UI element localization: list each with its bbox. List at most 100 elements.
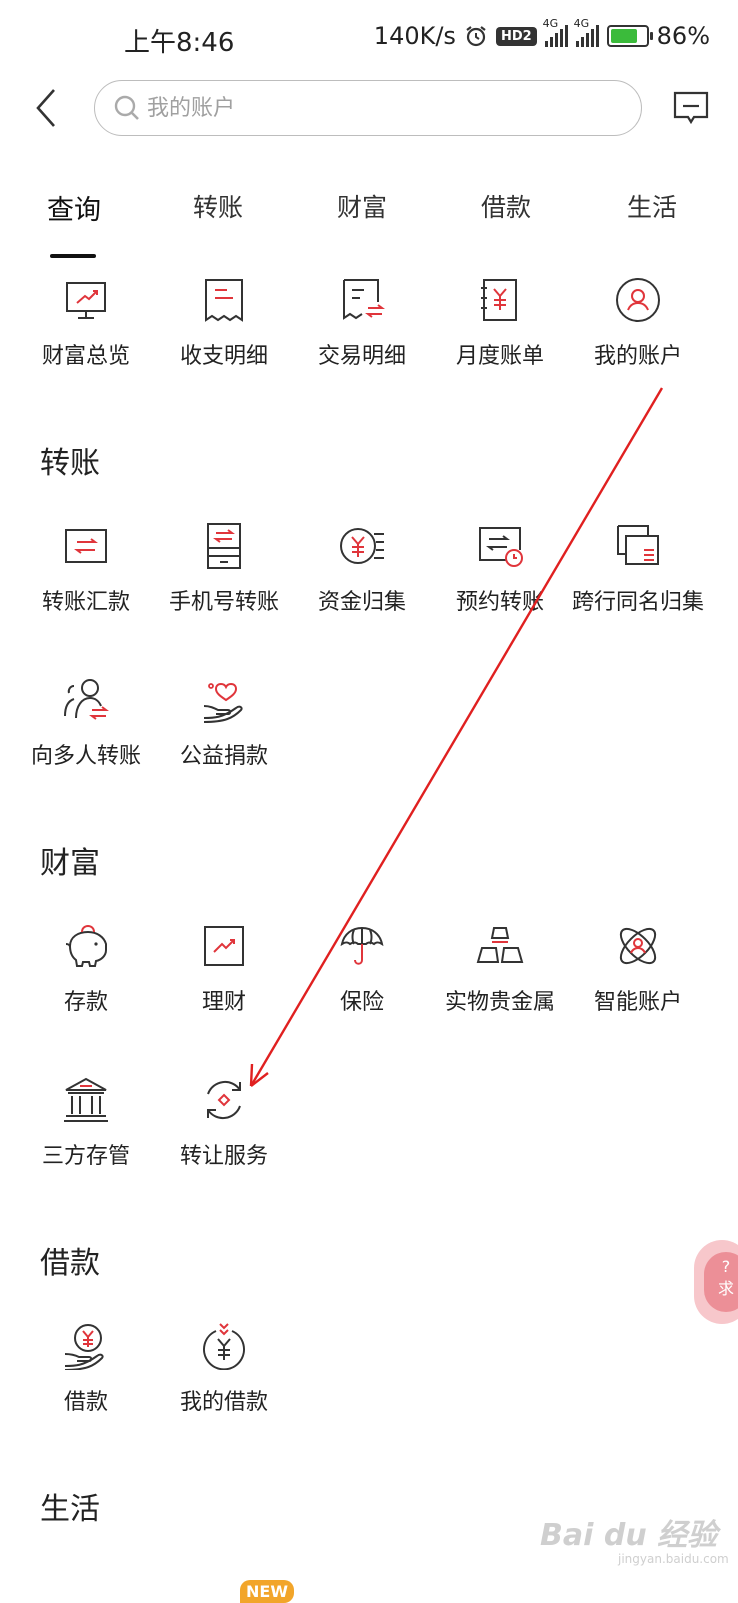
grid-item-fund-collection[interactable]: 资金归集 bbox=[288, 522, 436, 616]
tab-query[interactable]: 查询 bbox=[0, 188, 148, 227]
network-type: 4G bbox=[573, 17, 590, 30]
grid-item-multi-person-transfer[interactable]: 向多人转账 bbox=[12, 676, 160, 770]
yuan-hand-icon bbox=[64, 1324, 104, 1370]
section-title-transfer: 转账 bbox=[40, 446, 100, 481]
grid-item-label: 转让服务 bbox=[179, 1144, 268, 1169]
piggy-bank-icon bbox=[65, 924, 107, 967]
grid-item-cross-bank-collection[interactable]: 跨行同名归集 bbox=[564, 522, 712, 616]
network-speed: 140K/s bbox=[373, 22, 456, 50]
grid-item-monthly-bill[interactable]: 月度账单 bbox=[426, 276, 574, 370]
status-time: 上午8:46 bbox=[124, 28, 235, 58]
status-bar: 上午8:46 140K/s HD2 4G 4G 86% bbox=[0, 0, 738, 80]
grid-item-label: 三方存管 bbox=[41, 1144, 130, 1169]
alarm-icon bbox=[466, 26, 486, 47]
help-float-inner: ? 求 bbox=[704, 1252, 738, 1312]
grid-item-precious-metals[interactable]: 实物贵金属 bbox=[426, 922, 574, 1016]
grid-item-label: 保险 bbox=[339, 990, 384, 1015]
network-type: 4G bbox=[542, 17, 559, 30]
grid-item-insurance[interactable]: 保险 bbox=[288, 922, 436, 1016]
tab-transfer[interactable]: 转账 bbox=[144, 188, 292, 224]
help-float-text: 求 bbox=[717, 1279, 734, 1298]
finance-chart-icon bbox=[204, 926, 244, 966]
grid-item-label: 我的账户 bbox=[593, 344, 682, 369]
back-arrow-icon[interactable] bbox=[28, 84, 68, 132]
tab-life[interactable]: 生活 bbox=[578, 188, 726, 224]
battery-percent: 86% bbox=[656, 22, 710, 50]
tab-wealth[interactable]: 财富 bbox=[288, 188, 436, 224]
search-icon bbox=[114, 95, 139, 120]
grid-item-wealth-overview[interactable]: 财富总览 bbox=[12, 276, 160, 370]
help-float-button[interactable]: ? 求 bbox=[694, 1240, 738, 1324]
grid-item-label: 理财 bbox=[201, 990, 246, 1015]
yuan-collect-icon bbox=[340, 528, 384, 564]
search-bar[interactable] bbox=[94, 80, 642, 136]
watermark-text: Bai du 经验 bbox=[540, 1518, 718, 1553]
user-circle-icon bbox=[616, 278, 660, 322]
phone-transfer-icon bbox=[207, 523, 241, 569]
section-title-loan: 借款 bbox=[40, 1246, 100, 1281]
grid-item-phone-transfer[interactable]: 手机号转账 bbox=[150, 522, 298, 616]
section-title-wealth: 财富 bbox=[40, 846, 100, 881]
hd-badge: HD2 bbox=[495, 26, 537, 46]
grid-item-label: 交易明细 bbox=[317, 344, 406, 369]
watermark: Bai du 经验 jingyan.baidu.com bbox=[540, 1510, 729, 1566]
message-icon[interactable] bbox=[672, 90, 710, 126]
grid-item-transfer-service[interactable]: 转让服务 bbox=[150, 1076, 298, 1170]
status-indicators: 140K/s HD2 4G 4G 86% bbox=[373, 17, 710, 50]
signal-icon: 4G bbox=[574, 17, 599, 47]
battery-icon bbox=[606, 25, 653, 47]
transfer-card-icon bbox=[65, 529, 107, 563]
grid-item-transfer-remit[interactable]: 转账汇款 bbox=[12, 522, 160, 616]
grid-item-my-loan[interactable]: 我的借款 bbox=[150, 1322, 298, 1416]
multi-person-icon bbox=[64, 679, 109, 720]
receipt-exchange-icon bbox=[343, 279, 385, 320]
grid-item-label: 我的借款 bbox=[179, 1390, 268, 1415]
bank-building-icon bbox=[64, 1077, 108, 1122]
grid-item-my-account[interactable]: 我的账户 bbox=[564, 276, 712, 370]
grid-item-label: 公益捐款 bbox=[179, 744, 268, 769]
receipt-icon bbox=[205, 279, 243, 322]
question-icon: ? bbox=[721, 1257, 731, 1276]
grid-item-scheduled-transfer[interactable]: 预约转账 bbox=[426, 522, 574, 616]
category-tabs: 查询 转账 财富 借款 生活 bbox=[0, 188, 738, 260]
grid-item-charity-donation[interactable]: 公益捐款 bbox=[150, 676, 298, 770]
yuan-notebook-icon bbox=[481, 279, 517, 321]
grid-item-smart-account[interactable]: 智能账户 bbox=[564, 922, 712, 1016]
grid-item-label: 智能账户 bbox=[593, 990, 682, 1015]
scheduled-transfer-icon bbox=[479, 527, 523, 567]
watermark-sub: jingyan.baidu.com bbox=[618, 1552, 729, 1566]
grid-item-loan[interactable]: 借款 bbox=[12, 1322, 160, 1416]
grid-item-label: 跨行同名归集 bbox=[571, 590, 704, 615]
grid-item-label: 月度账单 bbox=[455, 344, 544, 369]
grid-item-label: 财富总览 bbox=[41, 344, 130, 369]
my-loan-icon bbox=[203, 1323, 245, 1370]
signal-icon: 4G bbox=[543, 17, 568, 47]
grid-item-third-party-custody[interactable]: 三方存管 bbox=[12, 1076, 160, 1170]
grid-item-financial-products[interactable]: 理财 bbox=[150, 922, 298, 1016]
section-title-life: 生活 bbox=[40, 1492, 100, 1527]
grid-item-label: 向多人转账 bbox=[30, 744, 141, 769]
top-bar bbox=[0, 80, 738, 140]
transfer-cycle-icon bbox=[207, 1080, 241, 1120]
grid-item-label: 实物贵金属 bbox=[444, 990, 555, 1015]
grid-item-deposit[interactable]: 存款 bbox=[12, 922, 160, 1016]
tab-active-indicator bbox=[50, 254, 96, 258]
monitor-chart-icon bbox=[66, 282, 106, 319]
cross-bank-icon bbox=[617, 525, 659, 565]
battery-fill bbox=[610, 29, 637, 43]
grid-item-label: 收支明细 bbox=[179, 344, 268, 369]
charity-heart-icon bbox=[203, 682, 243, 723]
gold-bars-icon bbox=[476, 927, 524, 963]
grid-item-label: 预约转账 bbox=[455, 590, 544, 615]
atom-user-icon bbox=[619, 927, 657, 965]
grid-item-label: 转账汇款 bbox=[41, 590, 130, 615]
grid-item-label: 存款 bbox=[63, 990, 108, 1015]
grid-item-label: 借款 bbox=[63, 1390, 108, 1415]
grid-item-label: 资金归集 bbox=[317, 590, 406, 615]
grid-item-income-expense[interactable]: 收支明细 bbox=[150, 276, 298, 370]
grid-item-label: 手机号转账 bbox=[168, 590, 279, 615]
search-input[interactable] bbox=[145, 94, 589, 122]
umbrella-icon bbox=[340, 926, 384, 965]
grid-item-transaction-details[interactable]: 交易明细 bbox=[288, 276, 436, 370]
tab-loan[interactable]: 借款 bbox=[432, 188, 580, 224]
